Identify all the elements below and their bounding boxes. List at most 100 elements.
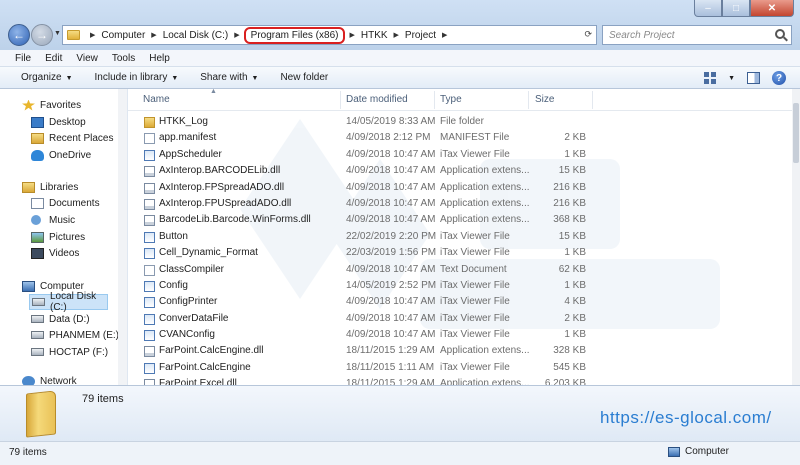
sidebar-item-music[interactable]: Music: [31, 212, 75, 228]
menu-view[interactable]: View: [76, 53, 98, 64]
close-button[interactable]: ✕: [750, 0, 794, 17]
preview-pane-icon[interactable]: [747, 72, 760, 84]
change-view-icon[interactable]: [704, 72, 717, 84]
column-divider[interactable]: [340, 91, 341, 109]
column-header-size[interactable]: Size: [535, 94, 554, 105]
chevron-right-icon[interactable]: ▶: [151, 31, 156, 39]
sidebar-item-desktop[interactable]: Desktop: [31, 114, 86, 130]
file-date: 4/09/2018 10:47 AM: [346, 197, 436, 209]
menu-file[interactable]: File: [15, 53, 31, 64]
search-input[interactable]: Search Project: [602, 25, 792, 45]
file-row[interactable]: FarPoint.Excel.dll 18/11/2015 1:29 AM Appl…: [128, 376, 792, 385]
help-icon[interactable]: ?: [772, 71, 786, 85]
menu-bar: File Edit View Tools Help: [0, 50, 800, 67]
sidebar-item-videos[interactable]: Videos: [31, 245, 79, 261]
file-name: AxInterop.FPUSpreadADO.dll: [159, 197, 292, 209]
breadcrumb-computer[interactable]: Computer: [101, 30, 145, 41]
file-size: 216 KB: [553, 181, 586, 193]
column-header-name[interactable]: Name: [143, 94, 170, 105]
recent-places-icon: [31, 132, 44, 144]
maximize-button[interactable]: □: [722, 0, 750, 17]
sidebar-label: PHANMEM (E:): [49, 329, 119, 341]
file-list-scrollbar[interactable]: [792, 89, 800, 385]
sidebar-item-libraries[interactable]: Libraries: [22, 179, 78, 195]
column-divider[interactable]: [434, 91, 435, 109]
sidebar-item-recent-places[interactable]: Recent Places: [31, 130, 113, 146]
organize-button[interactable]: Organize ▼: [21, 72, 73, 83]
file-row[interactable]: ClassCompiler 4/09/2018 10:47 AM Text Docu…: [128, 262, 792, 278]
file-row[interactable]: BarcodeLib.Barcode.WinForms.dll 4/09/2018…: [128, 212, 792, 228]
chevron-right-icon[interactable]: ▶: [349, 31, 354, 39]
file-row[interactable]: AxInterop.BARCODELib.dll 4/09/2018 10:47 …: [128, 163, 792, 179]
sidebar-item-phanmem-drive[interactable]: PHANMEM (E:): [31, 327, 119, 343]
file-row[interactable]: FarPoint.CalcEngine.dll 18/11/2015 1:29 A…: [128, 343, 792, 359]
computer-icon: [668, 446, 680, 457]
include-in-library-button[interactable]: Include in library ▼: [95, 72, 179, 83]
navigation-scrollbar[interactable]: [118, 89, 127, 385]
sidebar-label: Videos: [49, 247, 80, 259]
sidebar-label: Libraries: [40, 181, 79, 193]
file-date: 4/09/2018 10:47 AM: [346, 214, 436, 226]
file-date: 4/09/2018 10:47 AM: [346, 181, 436, 193]
file-row[interactable]: Button 22/02/2019 2:20 PM iTax Viewer File…: [128, 229, 792, 245]
menu-help[interactable]: Help: [149, 53, 170, 64]
itax-file-icon: [144, 330, 155, 342]
dll-file-icon: [144, 198, 155, 210]
view-options-chevron-icon[interactable]: ▼: [728, 75, 735, 82]
file-size: 2 KB: [564, 312, 586, 324]
column-divider[interactable]: [592, 91, 593, 109]
column-header-type[interactable]: Type: [440, 94, 462, 105]
file-row[interactable]: Config 14/05/2019 2:52 PM iTax Viewer File…: [128, 278, 792, 294]
file-row[interactable]: Cell_Dynamic_Format 22/03/2019 1:56 PM iTa…: [128, 245, 792, 261]
command-toolbar: Organize ▼ Include in library ▼ Share with…: [0, 67, 800, 89]
search-icon[interactable]: [775, 29, 785, 39]
column-header-date[interactable]: Date modified: [346, 94, 408, 105]
status-location-label: Computer: [685, 446, 729, 457]
file-row[interactable]: AxInterop.FPSpreadADO.dll 4/09/2018 10:47…: [128, 180, 792, 196]
breadcrumb-local-disk[interactable]: Local Disk (C:): [163, 30, 229, 41]
documents-icon: [31, 197, 44, 209]
chevron-right-icon[interactable]: ▶: [442, 31, 447, 39]
file-row[interactable]: app.manifest 4/09/2018 2:12 PM MANIFEST Fi…: [128, 130, 792, 146]
sidebar-item-onedrive[interactable]: OneDrive: [31, 147, 91, 163]
sidebar-item-data-drive[interactable]: Data (D:): [31, 311, 90, 327]
file-row[interactable]: AppScheduler 4/09/2018 10:47 AM iTax Viewe…: [128, 147, 792, 163]
breadcrumb-htkk[interactable]: HTKK: [361, 30, 388, 41]
recent-pages-dropdown[interactable]: ▼: [54, 30, 61, 37]
menu-edit[interactable]: Edit: [45, 53, 62, 64]
file-row[interactable]: ConfigPrinter 4/09/2018 10:47 AM iTax View…: [128, 294, 792, 310]
itax-file-icon: [144, 362, 155, 374]
file-row[interactable]: HTKK_Log 14/05/2019 8:33 AM File folder: [128, 114, 792, 130]
column-divider[interactable]: [528, 91, 529, 109]
file-icon: [144, 264, 155, 276]
breadcrumb-project[interactable]: Project: [405, 30, 436, 41]
file-row[interactable]: CVANConfig 4/09/2018 10:47 AM iTax Viewer …: [128, 327, 792, 343]
sidebar-label: OneDrive: [49, 149, 92, 161]
sidebar-item-hoctap-drive[interactable]: HOCTAP (F:): [31, 344, 108, 360]
chevron-right-icon[interactable]: ▶: [234, 31, 239, 39]
sidebar-item-favorites[interactable]: Favorites: [22, 97, 81, 113]
file-row[interactable]: ConverDataFile 4/09/2018 10:47 AM iTax Vie…: [128, 311, 792, 327]
file-date: 22/03/2019 1:56 PM: [346, 247, 437, 259]
sidebar-item-documents[interactable]: Documents: [31, 195, 100, 211]
chevron-right-icon[interactable]: ▶: [394, 31, 399, 39]
breadcrumb-program-files-highlighted[interactable]: Program Files (x86): [243, 26, 346, 44]
sidebar-item-local-disk[interactable]: Local Disk (C:): [29, 291, 108, 313]
file-row[interactable]: FarPoint.CalcEngine 18/11/2015 1:11 AM iTa…: [128, 360, 792, 376]
chevron-right-icon[interactable]: ▶: [90, 31, 95, 39]
share-with-button[interactable]: Share with ▼: [200, 72, 258, 83]
sidebar-item-pictures[interactable]: Pictures: [31, 229, 85, 245]
minimize-button[interactable]: –: [694, 0, 722, 17]
forward-button[interactable]: →: [31, 24, 53, 46]
scrollbar-thumb[interactable]: [793, 103, 799, 163]
menu-tools[interactable]: Tools: [112, 53, 135, 64]
file-row[interactable]: AxInterop.FPUSpreadADO.dll 4/09/2018 10:4…: [128, 196, 792, 212]
desktop-icon: [31, 116, 44, 128]
drive-icon: [31, 315, 44, 323]
explorer-window: – □ ✕ ← → ▼ ▶ Computer ▶ Local Disk (C:)…: [0, 0, 800, 465]
file-name: FarPoint.CalcEngine.dll: [159, 345, 264, 357]
refresh-icon[interactable]: ⟳: [584, 29, 592, 40]
address-bar[interactable]: ▶ Computer ▶ Local Disk (C:) ▶ Program F…: [62, 25, 597, 45]
new-folder-button[interactable]: New folder: [280, 72, 328, 83]
back-button[interactable]: ←: [8, 24, 30, 46]
